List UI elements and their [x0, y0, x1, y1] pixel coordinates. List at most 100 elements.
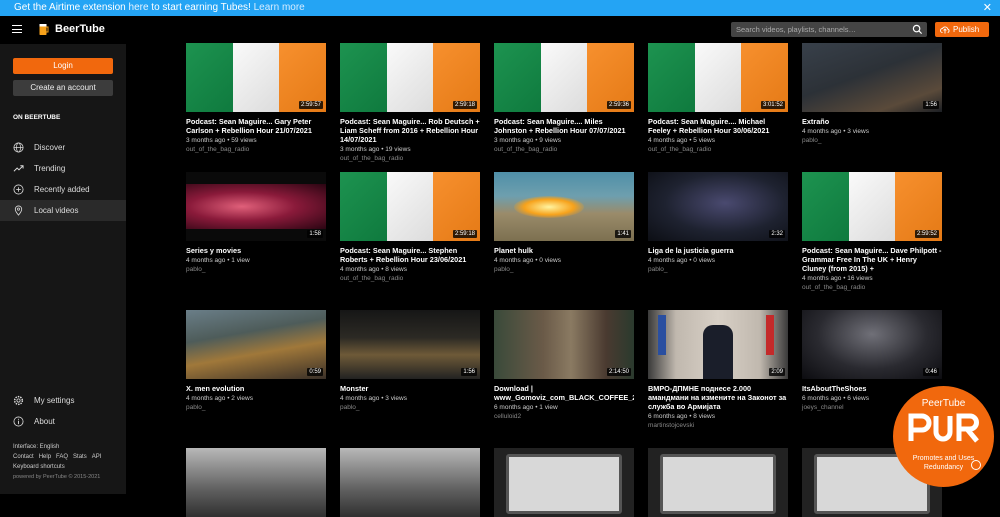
video-title[interactable]: Extraño: [802, 117, 942, 126]
video-thumbnail[interactable]: 3:01:52: [648, 43, 788, 112]
video-channel[interactable]: pablo_: [802, 136, 942, 145]
sidebar-item-about[interactable]: About: [0, 411, 126, 432]
sidebar-item-local-videos[interactable]: Local videos: [0, 200, 126, 221]
globe-icon: [13, 142, 24, 153]
video-thumbnail[interactable]: 2:59:57: [186, 43, 326, 112]
video-thumbnail[interactable]: 0:59: [186, 310, 326, 379]
close-icon[interactable]: ✕: [983, 0, 992, 16]
video-title[interactable]: Podcast: Sean Maguire.... Michael Feeley…: [648, 117, 788, 135]
brand-name[interactable]: BeerTube: [55, 23, 105, 35]
video-title[interactable]: Podcast: Sean Maguire... Gary Peter Carl…: [186, 117, 326, 135]
video-title[interactable]: Podcast: Sean Maguire.... Miles Johnston…: [494, 117, 634, 135]
video-card[interactable]: [648, 448, 788, 517]
video-card[interactable]: 3:01:52 Podcast: Sean Maguire.... Michael…: [648, 43, 788, 154]
video-title[interactable]: Planet hulk: [494, 246, 634, 255]
video-channel[interactable]: pablo_: [340, 403, 480, 412]
create-account-button[interactable]: Create an account: [13, 80, 113, 96]
sidebar-item-label: Discover: [34, 143, 66, 152]
peertube-promo-badge[interactable]: PeerTube Promotes and Uses Redundancy: [893, 386, 994, 487]
video-channel[interactable]: pablo_: [648, 265, 788, 274]
sidebar-item-recently-added[interactable]: Recently added: [0, 179, 126, 200]
video-card[interactable]: 2:59:57 Podcast: Sean Maguire... Gary Pet…: [186, 43, 326, 154]
video-channel[interactable]: pablo_: [186, 403, 326, 412]
video-thumbnail[interactable]: 2:32: [648, 172, 788, 241]
video-channel[interactable]: out_of_the_bag_radio: [494, 145, 634, 154]
video-channel[interactable]: martinstojcevski: [648, 421, 788, 430]
video-card[interactable]: 2:32 Liga de la justicia guerra 4 months a…: [648, 172, 788, 274]
video-thumbnail[interactable]: [340, 448, 480, 517]
video-thumbnail[interactable]: 2:59:18: [340, 43, 480, 112]
sidebar-item-my-settings[interactable]: My settings: [0, 390, 126, 411]
video-card[interactable]: 1:41 Planet hulk 4 months ago • 0 views pab…: [494, 172, 634, 274]
video-thumbnail[interactable]: 0:46: [802, 310, 942, 379]
sidebar-item-trending[interactable]: Trending: [0, 158, 126, 179]
video-card[interactable]: [340, 448, 480, 517]
video-thumbnail[interactable]: 2:59:52: [802, 172, 942, 241]
video-thumbnail[interactable]: [186, 448, 326, 517]
video-title[interactable]: ВМРО-ДПМНЕ поднесе 2.000 амандмани на из…: [648, 384, 788, 411]
video-title[interactable]: X. men evolution: [186, 384, 326, 393]
video-card[interactable]: 2:14:50 Download | www_Gomoviz_com_BLACK_…: [494, 310, 634, 421]
video-thumbnail[interactable]: 2:59:36: [494, 43, 634, 112]
footer-link-stats[interactable]: Stats: [73, 454, 87, 460]
video-channel[interactable]: out_of_the_bag_radio: [340, 154, 480, 163]
airtime-banner: Get the Airtime extension here to start …: [0, 0, 1000, 16]
video-card[interactable]: 0:59 X. men evolution 4 months ago • 2 vie…: [186, 310, 326, 412]
search-input[interactable]: [731, 22, 909, 37]
video-card[interactable]: 1:58 Series y movies 4 months ago • 1 view…: [186, 172, 326, 274]
video-thumbnail[interactable]: [648, 448, 788, 517]
video-card[interactable]: 2:59:18 Podcast: Sean Maguire... Stephen …: [340, 172, 480, 283]
footer-link-faq[interactable]: FAQ: [56, 454, 68, 460]
keyboard-shortcuts-link[interactable]: Keyboard shortcuts: [13, 462, 106, 472]
video-card[interactable]: 1:56 Monster 4 months ago • 3 views pablo_: [340, 310, 480, 412]
video-title[interactable]: Series y movies: [186, 246, 326, 255]
video-card[interactable]: 2:59:18 Podcast: Sean Maguire... Rob Deut…: [340, 43, 480, 163]
video-channel[interactable]: out_of_the_bag_radio: [340, 274, 480, 283]
video-thumbnail[interactable]: [494, 448, 634, 517]
video-meta: 3 months ago • 59 views: [186, 137, 257, 144]
publish-button[interactable]: Publish: [935, 22, 989, 37]
video-meta: 6 months ago • 1 view: [494, 404, 558, 411]
login-button[interactable]: Login: [13, 58, 113, 74]
video-channel[interactable]: out_of_the_bag_radio: [648, 145, 788, 154]
banner-here-link[interactable]: here: [129, 2, 149, 13]
video-title[interactable]: Monster: [340, 384, 480, 393]
powered-by: powered by PeerTube © 2015-2021: [13, 474, 101, 480]
video-channel[interactable]: pablo_: [494, 265, 634, 274]
footer-link-api[interactable]: API: [92, 454, 102, 460]
video-duration: 2:59:36: [606, 101, 631, 109]
video-thumbnail[interactable]: 1:56: [340, 310, 480, 379]
banner-learn-more-link[interactable]: Learn more: [254, 2, 305, 13]
video-channel[interactable]: out_of_the_bag_radio: [802, 283, 942, 292]
video-thumbnail[interactable]: 1:56: [802, 43, 942, 112]
video-title[interactable]: Podcast: Sean Maguire... Dave Philpott -…: [802, 246, 942, 273]
search-icon[interactable]: [912, 24, 923, 35]
video-thumbnail[interactable]: 1:58: [186, 172, 326, 241]
video-channel[interactable]: celluloid2: [494, 412, 634, 421]
video-thumbnail[interactable]: 2:09: [648, 310, 788, 379]
video-meta: 4 months ago • 0 views: [648, 257, 715, 264]
video-title[interactable]: Download | www_Gomoviz_com_BLACK_COFFEE_…: [494, 384, 634, 402]
hamburger-menu-icon[interactable]: [12, 25, 22, 33]
video-title[interactable]: Liga de la justicia guerra: [648, 246, 788, 255]
video-channel[interactable]: out_of_the_bag_radio: [186, 145, 326, 154]
video-card[interactable]: 2:59:36 Podcast: Sean Maguire.... Miles J…: [494, 43, 634, 154]
video-card[interactable]: 2:59:52 Podcast: Sean Maguire... Dave Phi…: [802, 172, 942, 292]
video-card[interactable]: [494, 448, 634, 517]
video-card[interactable]: 2:09 ВМРО-ДПМНЕ поднесе 2.000 амандмани н…: [648, 310, 788, 430]
footer-link-contact[interactable]: Contact: [13, 454, 34, 460]
video-meta: 3 months ago • 19 views: [340, 146, 411, 153]
interface-language[interactable]: Interface: English: [13, 442, 106, 452]
video-card[interactable]: 1:56 Extraño 4 months ago • 3 views pablo_: [802, 43, 942, 145]
beer-logo-icon[interactable]: [39, 23, 49, 36]
sidebar-item-discover[interactable]: Discover: [0, 137, 126, 158]
video-title[interactable]: Podcast: Sean Maguire... Rob Deutsch + L…: [340, 117, 480, 144]
footer-link-help[interactable]: Help: [39, 454, 51, 460]
video-thumbnail[interactable]: 2:59:18: [340, 172, 480, 241]
video-card[interactable]: [186, 448, 326, 517]
play-circle-icon[interactable]: [971, 460, 981, 470]
video-thumbnail[interactable]: 1:41: [494, 172, 634, 241]
video-title[interactable]: Podcast: Sean Maguire... Stephen Roberts…: [340, 246, 480, 264]
video-thumbnail[interactable]: 2:14:50: [494, 310, 634, 379]
video-channel[interactable]: pablo_: [186, 265, 326, 274]
